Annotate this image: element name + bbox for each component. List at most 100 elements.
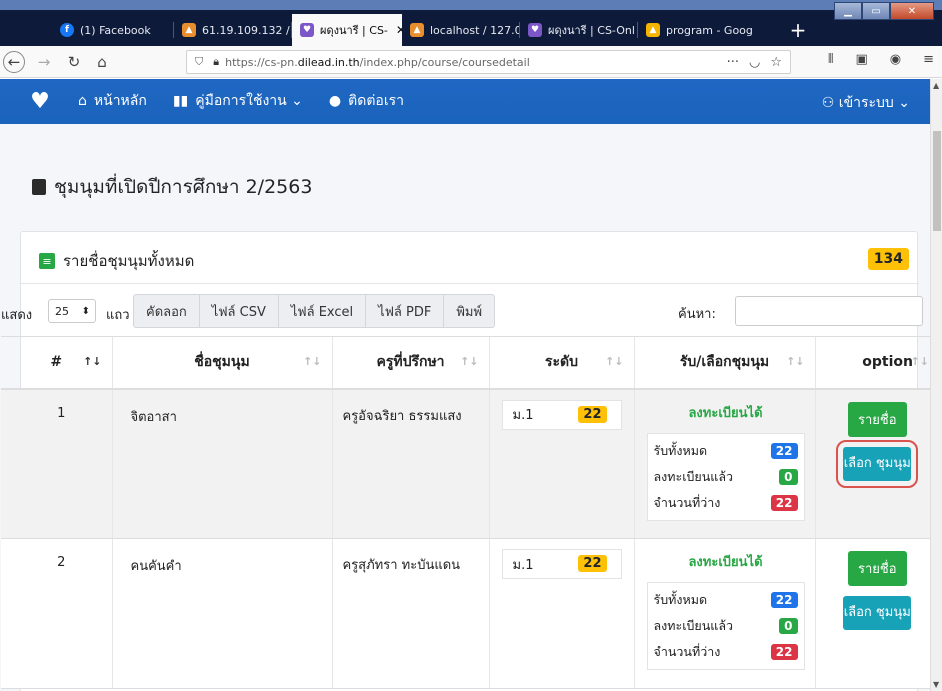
library-icon[interactable]: ⫴ [828,52,833,67]
tab-title: ผดุงนารี | CS-Onl [548,24,635,37]
advisor-name: ครูอัจฉริยา ธรรมแสง [331,388,489,539]
search-input[interactable] [735,296,923,326]
registered-label: ลงทะเบียนแล้ว [653,468,734,484]
browser-tabstrip: f (1) Facebook ▲ 61.19.109.132 / 1 ♥ ผดุ… [0,0,942,46]
window-titlebar [0,0,942,10]
card-header: ≡ รายชื่อชุมนุมทั้งหมด 134 [21,232,919,284]
nav-label: ติดต่อเรา [348,93,404,109]
registered-badge: 0 [779,468,798,485]
level-count-badge: 22 [578,555,607,572]
page-actions-icon[interactable]: ··· [727,55,739,70]
show-label: แสดง [1,308,33,323]
sort-icon: ↑↓ [303,355,322,368]
nav-label: หน้าหลัก [93,93,147,109]
user-icon: ⚇ [821,95,839,111]
sort-icon: ↑↓ [786,355,805,368]
excel-button[interactable]: ไฟล์ Excel [278,294,367,328]
pdf-button[interactable]: ไฟล์ PDF [366,294,445,328]
scrollbar-thumb[interactable] [933,131,941,231]
phpmyadmin-icon: ▲ [182,23,196,37]
column-header-level[interactable]: ระดับ ↑↓ [488,336,634,390]
level-text: ม.1 [512,408,534,423]
sidebar-icon[interactable]: ▣ [855,52,867,67]
nav-manual[interactable]: ▮▮ คู่มือการใช้งาน ⌄ [173,90,303,112]
tab-title: localhost / 127.0 [430,23,520,37]
minimize-button[interactable]: ▁ [834,2,862,20]
tab-title: ผดุงนารี | CS- [320,24,388,37]
forward-button[interactable]: → [33,51,55,73]
back-button[interactable]: ← [3,50,25,73]
card-title: รายชื่อชุมนุมทั้งหมด [63,252,195,270]
vertical-scrollbar[interactable]: ▲ ▼ [930,79,942,691]
status-label: ลงทะเบียนได้ [688,555,763,570]
scroll-down-icon[interactable]: ▼ [933,680,939,689]
registered-label: ลงทะเบียนแล้ว [653,618,734,633]
select-club-button[interactable]: เลือก ชุมนุม [843,596,912,630]
column-header-advisor[interactable]: ครูที่ปรึกษา ↑↓ [331,336,489,390]
account-icon[interactable]: ◉ [890,52,901,67]
table-row: 2 คนคันคำ ครูสุภัทรา ทะบันแดน ม.1 22 ลงท… [1,538,939,689]
status-label: ลงทะเบียนได้ [688,405,763,421]
new-tab-button[interactable]: + [783,14,813,46]
club-list-card: ≡ รายชื่อชุมนุมทั้งหมด 134 แสดง 25 ⬍ แถว… [1,231,939,691]
total-badge: 22 [770,442,798,459]
nav-contact[interactable]: ● ติดต่อเรา [329,90,404,112]
column-header-option[interactable]: option ↑↓ [814,336,939,390]
home-icon: ⌂ [78,93,87,109]
tab-facebook[interactable]: f (1) Facebook [52,14,174,46]
nav-label: คู่มือการใช้งาน ⌄ [195,93,303,109]
copy-button[interactable]: คัดลอก [133,294,200,328]
phpmyadmin-icon: ▲ [410,23,424,37]
url-bar[interactable]: ⛉ 🔒︎ https://cs-pn.dilead.in.th/index.ph… [186,50,791,74]
bookmark-star-icon[interactable]: ☆ [770,55,782,70]
tab-active-site[interactable]: ♥ ผดุงนารี | CS- ✕ [292,14,402,46]
rows-label: แถว [106,308,130,323]
reload-button[interactable]: ↻ [63,51,85,73]
total-label: รับทั้งหมด [653,442,708,458]
column-header-status[interactable]: รับ/เลือกชุมนุม ↑↓ [633,336,815,390]
sort-icon: ↑↓ [460,355,479,368]
member-list-button[interactable]: รายชื่อ [847,401,907,437]
tab-title: program - Goog [666,23,753,37]
member-list-button[interactable]: รายชื่อ [847,551,907,586]
site-logo[interactable]: ♥ [26,87,54,115]
column-header-number[interactable]: # ↑↓ [1,336,112,390]
facebook-icon: f [60,23,74,37]
window-close-button[interactable]: ✕ [890,2,934,20]
nav-home[interactable]: ⌂ หน้าหลัก [78,90,147,112]
print-button[interactable]: พิมพ์ [444,294,496,328]
stats-box: รับทั้งหมด 22 ลงทะเบียนแล้ว 0 จำนวนที่ว่าง… [646,432,805,521]
level-text: ม.1 [512,557,534,573]
club-name: จิตอาสา [111,388,332,539]
login-menu[interactable]: ⚇ เข้าระบบ ⌄ [822,92,910,114]
maximize-button[interactable]: ▭ [862,2,890,20]
url-text: https://cs-pn.dilead.in.th/index.php/cou… [225,55,530,69]
browser-navbar: ← → ↻ ⌂ ⛉ 🔒︎ https://cs-pn.dilead.in.th/… [0,46,942,78]
page-title: ชุมนุมที่เปิดปีการศึกษา 2/2563 [32,172,312,202]
page-content: ชุมนุมที่เปิดปีการศึกษา 2/2563 ≡ รายชื่อ… [0,124,939,691]
column-header-name[interactable]: ชื่อชุมนุม ↑↓ [111,336,332,390]
row-number: 2 [1,538,112,689]
advisor-name: ครูสุภัทรา ทะบันแดน [331,538,489,689]
total-count-badge: 134 [867,248,909,270]
tab-phpmyadmin-2[interactable]: ▲ localhost / 127.0 [402,14,520,46]
shield-icon[interactable]: ⛉ [195,55,203,69]
tab-phpmyadmin-1[interactable]: ▲ 61.19.109.132 / 1 [174,14,292,46]
menu-icon[interactable]: ≡ [923,52,934,67]
page-size-select[interactable]: 25 ⬍ [48,299,96,323]
tab-site-2[interactable]: ♥ ผดุงนารี | CS-Onl [520,14,638,46]
csv-button[interactable]: ไฟล์ CSV [199,294,279,328]
chevron-updown-icon: ⬍ [81,305,90,317]
scroll-up-icon[interactable]: ▲ [933,81,939,90]
page-size-value: 25 [55,304,69,318]
available-badge: 22 [770,644,798,660]
login-label: เข้าระบบ ⌄ [838,95,910,111]
tab-title: 61.19.109.132 / 1 [202,23,292,37]
pocket-icon[interactable]: ◡ [749,55,760,70]
table-controls: แสดง 25 ⬍ แถว คัดลอก ไฟล์ CSV ไฟล์ Excel… [1,294,939,328]
page-title-text: ชุมนุมที่เปิดปีการศึกษา 2/2563 [54,176,313,198]
chat-icon: ● [328,93,342,109]
tab-google-drive[interactable]: ▲ program - Goog [638,14,783,46]
select-club-button[interactable]: เลือก ชุมนุม [836,439,919,488]
home-button[interactable]: ⌂ [91,51,113,73]
